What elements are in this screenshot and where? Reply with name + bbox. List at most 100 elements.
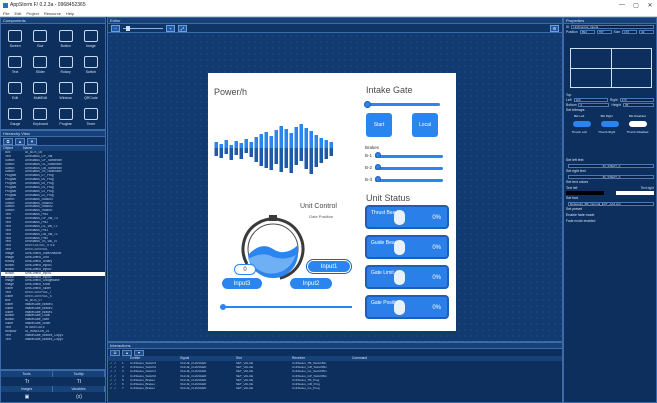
slider-knob[interactable] [220,304,226,310]
move-up-button[interactable]: ▲ [15,138,25,145]
right-text-field[interactable]: ID_STEXT_0 [568,174,654,179]
interaction-cell: UnitStatus_GL_Prog [292,386,320,391]
component-window[interactable]: Window [54,78,78,103]
zoom-out-button[interactable]: − [111,24,120,32]
component-progbar[interactable]: Progbar [54,104,78,129]
status-toggle[interactable] [394,240,405,255]
screen-icon [8,29,23,42]
menu-edit[interactable]: Edit [14,11,21,16]
status-toggle[interactable] [394,270,405,285]
hierarchy-row[interactable]: Text IntakeGate_Brakes_Copy2 [1,338,105,342]
component-multiedit[interactable]: MultiEdit [28,78,52,103]
bitmap-left-preview[interactable] [573,121,591,127]
component-gauge[interactable]: Gauge [3,104,27,129]
component-label: Progbar [59,121,72,126]
power-bar-up [309,131,313,148]
bottom-slider[interactable] [220,304,352,310]
component-edit[interactable]: Edit [3,78,27,103]
tool-button-2[interactable]: TI [53,377,105,386]
intake-gate-slider[interactable] [364,101,440,108]
component-label: Box [37,43,44,48]
input3-button[interactable]: Input3 [222,278,262,289]
component-rotary[interactable]: Rotary [54,52,78,77]
id-field[interactable]: UnitControl_Input1 [571,24,654,29]
menu-help[interactable]: Help [66,11,74,16]
component-box[interactable]: Box [28,26,52,51]
window-icon [58,81,73,94]
component-label: Image [86,43,96,48]
power-bar-down [324,148,328,159]
component-label: Switch [85,69,97,74]
keyboard-icon [33,107,48,120]
pos-x-field[interactable]: 894 [579,29,595,34]
size-h-field[interactable]: 32 [639,29,655,34]
status-guide-bearing[interactable]: Guide Bearing 0% [365,235,449,259]
bottom-field[interactable]: 0 [578,102,610,107]
editor-canvas[interactable]: Power/h Intake Gate Start Local Brakes B… [108,33,564,343]
component-screen[interactable]: Screen [3,26,27,51]
component-timer[interactable]: Timer [79,104,103,129]
font-field[interactable]: Roboto22_BD_Normal_EXT_AA4.xp2 [568,201,654,206]
brake-slider-1[interactable]: B-1 [365,152,443,158]
move-down-button[interactable]: ▼ [27,138,37,145]
left-text-field[interactable]: ID_STEXT_0 [568,163,654,168]
zoom-in-button[interactable]: + [166,24,175,32]
component-switch[interactable]: Switch [79,52,103,77]
slider-knob[interactable] [364,101,371,108]
input1-button[interactable]: Input1 [306,259,352,274]
close-button[interactable]: ✕ [643,0,657,10]
status-thrust-bearing[interactable]: Thrust Bearing 0% [365,205,449,229]
menu-resource[interactable]: Resource [44,11,61,16]
fit-button[interactable]: ⤢ [178,24,187,32]
pos-y-field[interactable]: 767 [596,29,612,34]
status-gate-limit[interactable]: Gate Limit 0% [365,265,449,289]
status-toggle[interactable] [394,210,405,225]
maximize-button[interactable]: ▢ [629,0,643,10]
title-bar: AppStorm F/ 0.2.3a - 0968452365 — ▢ ✕ [0,0,657,10]
gear-icon[interactable]: ⚙ [550,24,559,32]
local-button[interactable]: Local [412,113,438,137]
brake-slider-3[interactable]: B-3 [365,176,443,182]
interaction-cell [352,386,432,390]
input2-button[interactable]: Input2 [290,278,332,289]
text-right-color[interactable] [616,190,654,195]
component-keyboard[interactable]: Keyboard [28,104,52,129]
menu-file[interactable]: File [3,11,9,16]
window-title: AppStorm F/ 0.2.3a - 0968452365 [10,2,86,8]
bitmap-disabled-preview[interactable] [629,121,647,127]
interaction-row[interactable]: ✓ ✓ 7 UnitStatus_Brakes VALUE_CHANGED SET_VAL… [108,386,562,390]
right-field[interactable]: 170 [619,97,655,102]
status-toggle[interactable] [394,300,405,315]
left-field[interactable]: 124 [573,97,608,102]
start-button[interactable]: Start [366,113,392,137]
brake-slider-2[interactable]: B-2 [365,164,443,170]
component-label: QRCode [84,95,98,100]
right-label: Right [609,97,618,102]
power-bar-up [294,127,298,148]
anchor-editor[interactable] [570,48,652,88]
text-left-color[interactable] [566,190,604,195]
status-gate-position[interactable]: Gate Position 0% [365,295,449,319]
component-qrcode[interactable]: QRCode [79,78,103,103]
hmi-screen[interactable]: Power/h Intake Gate Start Local Brakes B… [208,73,456,331]
height-field[interactable]: 36 [623,102,655,107]
zoom-slider[interactable] [123,25,163,31]
interaction-cell[interactable]: ✓ [114,386,122,390]
component-button[interactable]: Button [54,26,78,51]
input0-button[interactable]: 0 [234,264,256,275]
multiedit-icon [33,81,48,94]
component-text[interactable]: Text [3,52,27,77]
component-image[interactable]: Image [79,26,103,51]
size-w-field[interactable]: 172 [622,29,638,34]
variable-icon[interactable]: (x) [53,392,105,401]
power-bar-up [319,138,323,148]
component-slider[interactable]: Slider [28,52,52,77]
duplicate-button[interactable]: ⧉ [3,138,13,145]
component-label: Timer [86,121,96,126]
menu-project[interactable]: Project [26,11,38,16]
minimize-button[interactable]: — [615,0,629,10]
image-icon[interactable]: ▣ [1,392,53,401]
bitmap-label: Bkt Right [600,114,613,118]
bitmap-right-preview[interactable] [601,121,619,127]
tool-button-1[interactable]: Tr [1,377,53,386]
